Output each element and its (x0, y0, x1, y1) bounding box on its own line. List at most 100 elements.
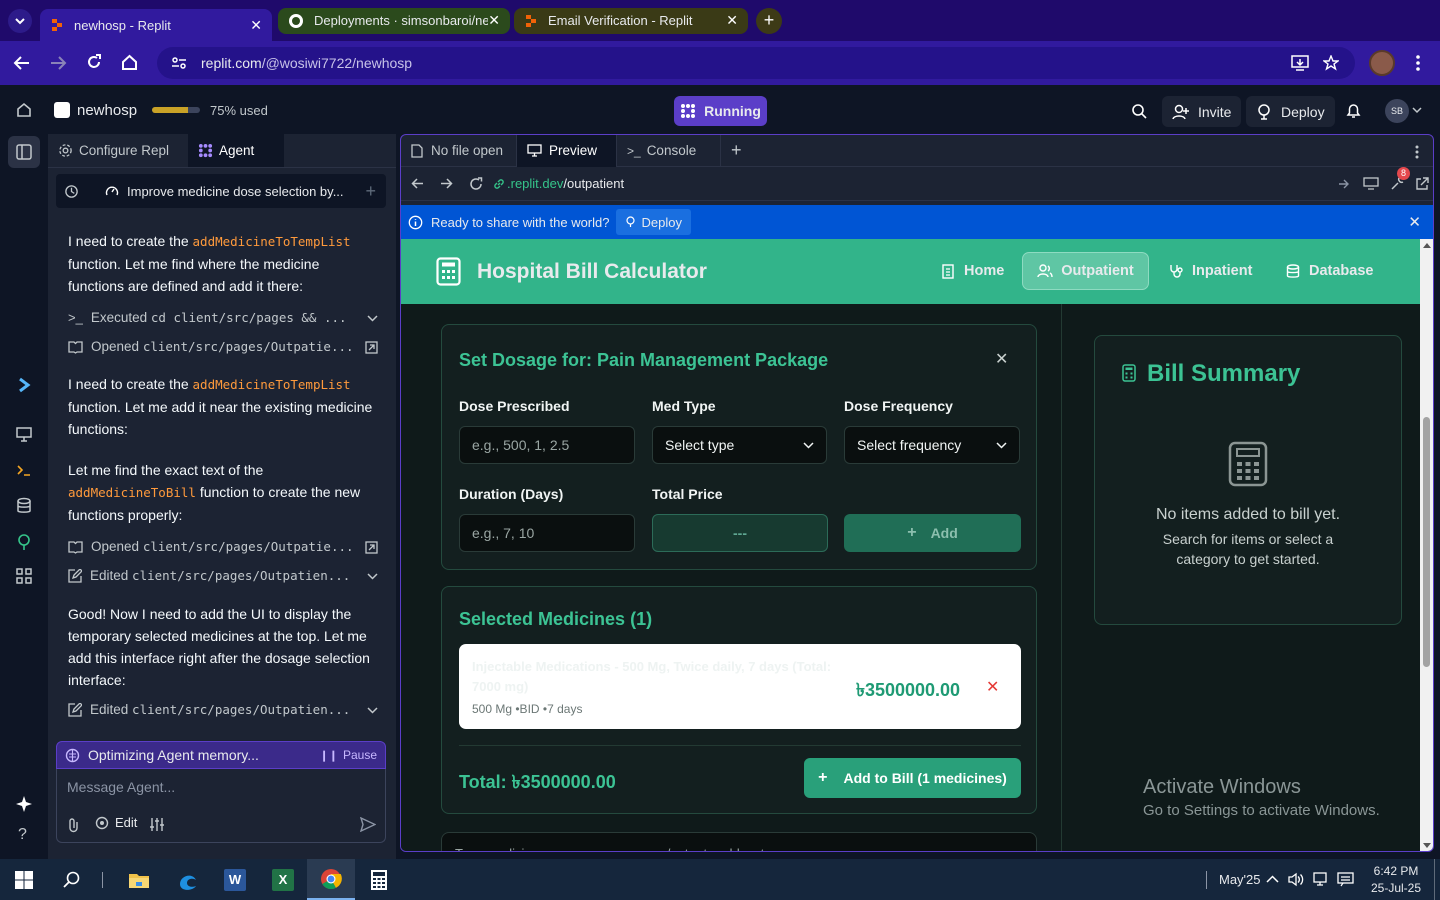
preview-monitor-icon[interactable] (15, 425, 33, 443)
home-icon[interactable] (16, 102, 32, 118)
back-arrow-icon[interactable] (411, 178, 424, 189)
duration-input[interactable]: e.g., 7, 10 (459, 514, 635, 552)
banner-deploy-button[interactable]: Deploy (616, 209, 691, 235)
deploy-button[interactable]: Deploy (1246, 96, 1335, 127)
pause-button[interactable]: Pause (343, 748, 377, 762)
chevron-down-icon[interactable] (367, 314, 378, 322)
address-bar[interactable]: replit.com/@wosiwi7722/newhosp (157, 47, 1355, 79)
start-button[interactable] (0, 859, 48, 900)
show-desktop-button[interactable] (1434, 859, 1435, 900)
go-arrow-icon[interactable] (1338, 179, 1349, 189)
database-icon[interactable] (15, 497, 33, 515)
action-row[interactable]: Opened client/src/pages/Outpatie... (68, 336, 378, 358)
medicine-search-input[interactable]: Type medicine names, press comma/enter t… (441, 832, 1037, 851)
edge-button[interactable] (163, 859, 211, 900)
scroll-up-arrow[interactable] (1423, 243, 1431, 248)
console-icon[interactable] (15, 461, 33, 479)
tab-configure-repl[interactable]: Configure Repl (48, 133, 188, 167)
new-thread-icon[interactable]: + (365, 181, 376, 202)
settings-sliders-icon[interactable] (149, 817, 165, 832)
add-to-bill-button[interactable]: + Add to Bill (1 medicines) (804, 758, 1021, 798)
thread-title[interactable]: Improve medicine dose selection by... (127, 184, 344, 199)
close-tab-icon[interactable]: ✕ (250, 17, 262, 34)
medtype-select[interactable]: Select type (652, 426, 827, 464)
preview-url-bar[interactable]: .replit.dev/outpatient (493, 172, 1349, 196)
deployments-icon[interactable] (15, 533, 33, 551)
back-arrow-icon[interactable] (13, 55, 31, 71)
invite-button[interactable]: Invite (1162, 96, 1242, 127)
tab-search-chevron-icon[interactable] (8, 8, 32, 33)
taskbar-search-button[interactable] (48, 859, 96, 900)
word-button[interactable]: W (211, 859, 259, 900)
user-avatar[interactable]: SB (1385, 99, 1409, 123)
external-link-icon[interactable] (1415, 176, 1429, 191)
tab-no-file[interactable]: No file open (401, 135, 517, 167)
site-info-icon[interactable] (171, 56, 187, 70)
edit-mode-button[interactable]: Edit (95, 815, 137, 830)
run-status-button[interactable]: Running (674, 96, 767, 126)
scroll-down-arrow[interactable] (1423, 843, 1431, 848)
install-app-icon[interactable] (1291, 55, 1309, 71)
open-file-icon[interactable] (365, 340, 378, 354)
home-icon[interactable] (121, 54, 138, 71)
forward-arrow-icon[interactable] (440, 178, 453, 189)
profile-avatar[interactable] (1369, 50, 1395, 76)
preview-scrollbar[interactable] (1420, 239, 1433, 851)
devices-icon[interactable] (1363, 177, 1379, 190)
volume-icon[interactable] (1288, 872, 1304, 887)
tray-clock[interactable]: 6:42 PM 25-Jul-25 (1369, 863, 1423, 897)
help-icon[interactable]: ? (18, 826, 27, 844)
calculator-app-button[interactable] (355, 859, 403, 900)
chevron-down-icon[interactable] (367, 706, 378, 714)
all-tools-grid-icon[interactable] (15, 567, 33, 585)
nav-outpatient[interactable]: Outpatient (1022, 252, 1149, 290)
add-dosage-button[interactable]: + Add (844, 514, 1021, 552)
action-row[interactable]: Opened client/src/pages/Outpatie... (68, 536, 378, 558)
browser-tab-deployments[interactable]: Deployments · simsonbaroi/ne ✕ (278, 7, 510, 34)
reload-icon[interactable] (86, 54, 102, 70)
remove-item-icon[interactable]: ✕ (986, 677, 999, 697)
message-input[interactable]: Message Agent... (67, 779, 175, 795)
close-banner-icon[interactable]: ✕ (1408, 213, 1421, 231)
action-row[interactable]: >_ Executed cd client/src/pages && ... (68, 307, 378, 329)
agent-tool-icon[interactable] (15, 376, 33, 394)
browser-tab-email[interactable]: Email Verification - Replit ✕ (514, 7, 748, 34)
browser-tab-replit[interactable]: newhosp - Replit ✕ (40, 9, 272, 41)
bookmark-star-icon[interactable] (1323, 55, 1339, 71)
chevron-down-icon[interactable] (367, 572, 378, 580)
dose-input[interactable]: e.g., 500, 1, 2.5 (459, 426, 635, 464)
chrome-button[interactable] (307, 859, 355, 900)
notification-bell-icon[interactable] (1346, 103, 1361, 119)
close-tab-icon[interactable]: ✕ (488, 12, 500, 29)
keyboard-language-icon[interactable] (1337, 872, 1354, 887)
chevron-down-icon[interactable] (1412, 107, 1422, 114)
reload-icon[interactable] (469, 176, 483, 191)
tab-agent[interactable]: Agent (188, 133, 284, 167)
search-icon[interactable] (1131, 103, 1147, 119)
forward-arrow-icon[interactable] (49, 55, 67, 71)
file-explorer-button[interactable] (115, 859, 163, 900)
nav-home[interactable]: Home (942, 263, 1004, 279)
excel-button[interactable]: X (259, 859, 307, 900)
nav-inpatient[interactable]: Inpatient (1169, 263, 1252, 279)
network-icon[interactable] (1313, 872, 1330, 887)
new-tab-icon[interactable]: + (731, 140, 742, 161)
devtools-wrench-icon[interactable]: 8 (1389, 166, 1410, 192)
sparkle-icon[interactable] (15, 795, 33, 813)
browser-menu-icon[interactable] (1416, 55, 1420, 71)
frequency-select[interactable]: Select frequency (844, 426, 1020, 464)
tray-weather-label[interactable]: May'25 (1219, 872, 1261, 887)
scrollbar-thumb[interactable] (1423, 417, 1430, 667)
attach-icon[interactable] (67, 817, 80, 833)
chevron-up-icon[interactable] (1266, 875, 1279, 883)
new-tab-button[interactable]: + (756, 7, 782, 34)
action-row[interactable]: Edited client/src/pages/Outpatien... (68, 565, 378, 587)
open-file-icon[interactable] (365, 540, 378, 554)
more-options-icon[interactable] (1415, 145, 1419, 159)
nav-database[interactable]: Database (1286, 263, 1373, 279)
history-icon[interactable] (64, 184, 79, 199)
close-dosage-icon[interactable]: ✕ (995, 349, 1008, 369)
tab-console[interactable]: >_ Console (617, 135, 721, 167)
project-name[interactable]: newhosp (77, 102, 137, 119)
tab-preview[interactable]: Preview (517, 135, 617, 167)
